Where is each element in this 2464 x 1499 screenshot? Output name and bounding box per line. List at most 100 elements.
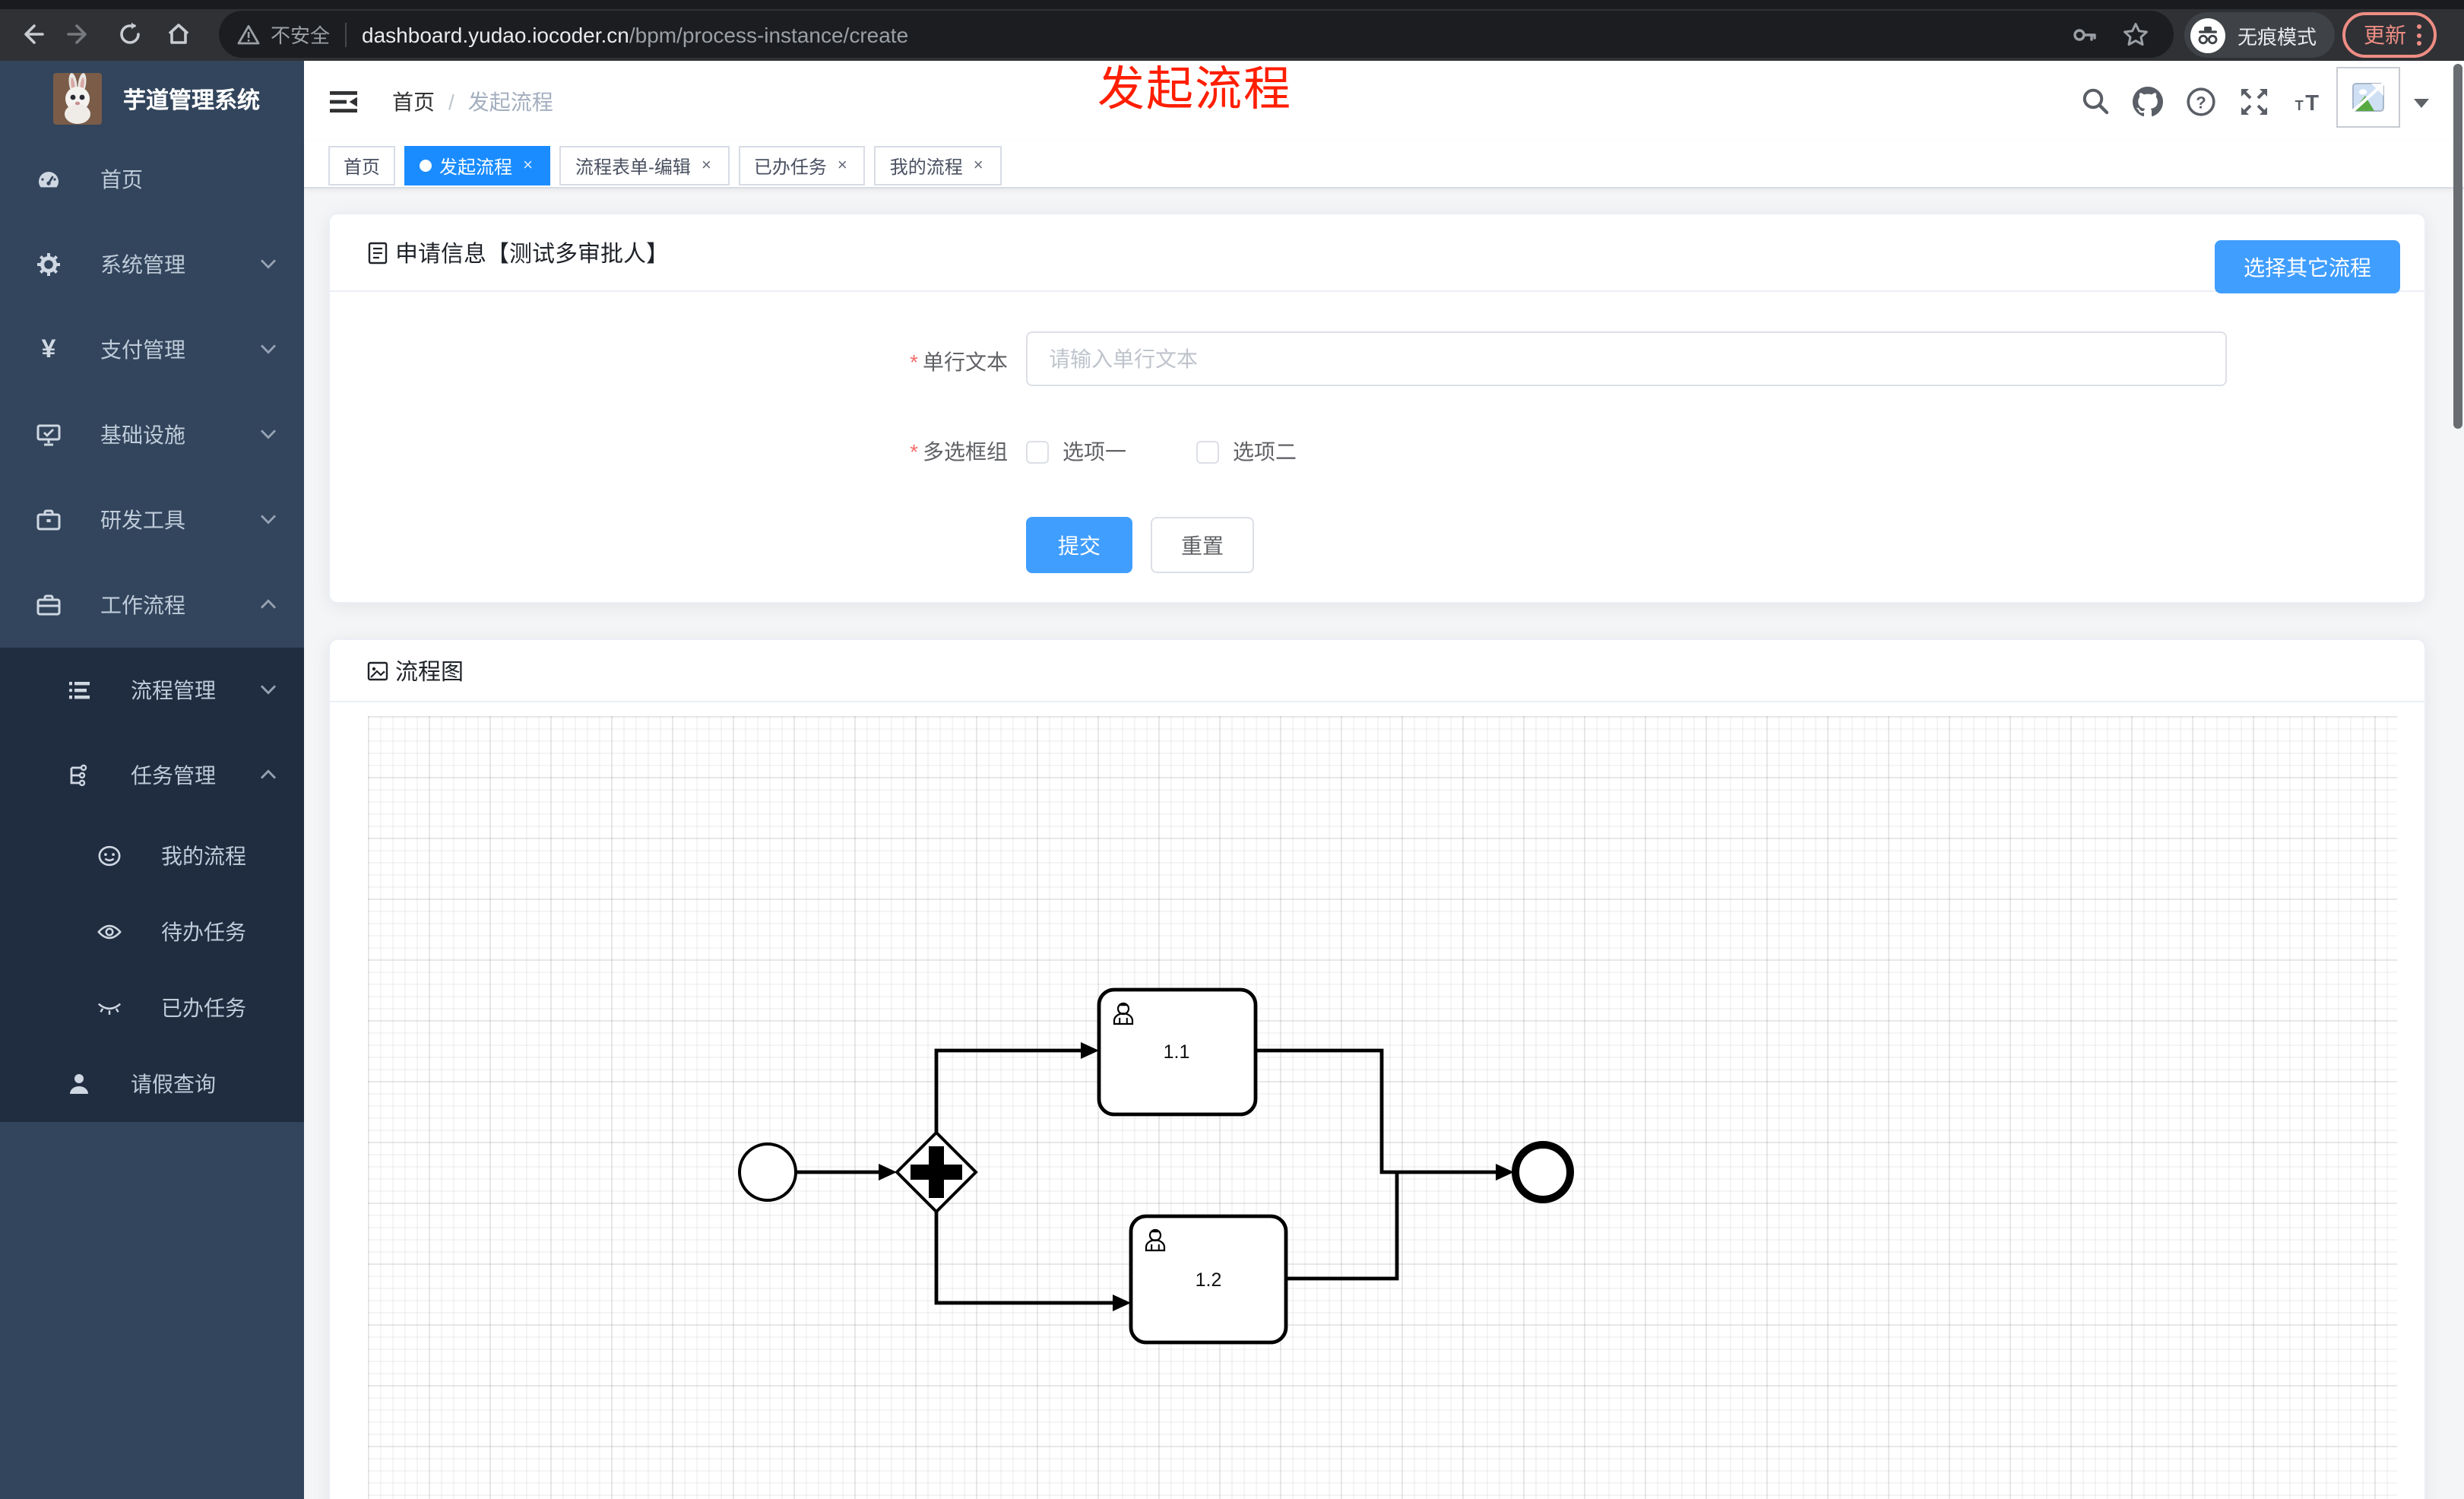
monitor-icon [36,423,61,447]
incognito-label: 无痕模式 [2238,25,2317,48]
toolbox-icon [36,508,61,532]
search-icon[interactable] [2079,86,2110,116]
bpmn-start-event [738,1142,797,1202]
single-line-text-input[interactable] [1026,331,2227,386]
font-size-icon[interactable]: TT [2292,86,2323,116]
warning-icon [237,24,260,44]
help-icon[interactable]: ? [2186,86,2216,116]
tab-my-process[interactable]: 我的流程 × [874,146,1002,185]
tab-start-process[interactable]: 发起流程 × [404,146,551,185]
sidebar-item-label: 基础设施 [100,423,185,447]
avatar-caret-icon[interactable] [2414,99,2429,108]
close-icon[interactable]: × [520,156,536,176]
sidebar-menu: 首页 系统管理 ¥ 支付管理 基础设施 研发工具 工作流程 流程管理 任务管理 … [0,137,304,1122]
tab-done-tasks[interactable]: 已办任务 × [738,146,866,185]
bpmn-canvas: 1.1 1.2 [368,716,2397,1499]
breadcrumb-home[interactable]: 首页 [392,86,435,116]
url-path: /bpm/process-instance/create [629,22,909,46]
close-icon[interactable]: × [835,156,850,176]
checkbox-option-2[interactable]: 选项二 [1196,436,1297,467]
dashboard-icon [36,167,61,192]
home-icon [167,23,188,43]
tab-label: 我的流程 [889,156,963,177]
browser-back-button[interactable] [11,14,50,53]
password-key-icon[interactable] [2070,21,2098,48]
tab-label: 已办任务 [753,156,827,177]
face-icon [97,844,122,868]
sidebar-item-leave-query[interactable]: 请假查询 [0,1046,304,1122]
header-actions: ? TT [2079,61,2323,141]
sidebar: 芋道管理系统 首页 系统管理 ¥ 支付管理 基础设施 研发工具 工作流程 流程管… [0,61,304,1499]
app-root: 不安全 dashboard.yudao.iocoder.cn/bpm/proce… [0,0,2464,1499]
reload-icon [131,21,135,29]
update-label: 更新 [2364,23,2406,47]
sidebar-item-process-mgmt[interactable]: 流程管理 [0,648,304,733]
browser-forward-button[interactable] [59,14,99,53]
browser-update-button[interactable]: 更新 [2342,12,2437,58]
tab-label: 发起流程 [439,156,513,177]
chevron-up-icon [260,599,277,610]
submit-button[interactable]: 提交 [1026,517,1132,573]
chevron-down-icon [260,429,277,439]
sidebar-item-label: 工作流程 [100,593,185,617]
eye-closed-icon [97,996,122,1020]
sidebar-item-devtools[interactable]: 研发工具 [0,477,304,563]
browser-reload-button[interactable] [109,14,149,53]
briefcase-icon [36,593,61,617]
sidebar-item-done-tasks[interactable]: 已办任务 [0,970,304,1046]
chevron-down-icon [260,684,277,695]
checkbox-icon[interactable] [1196,440,1219,463]
flow-task1-to-end [1256,1048,1497,1174]
sidebar-item-task-mgmt[interactable]: 任务管理 [0,733,304,818]
bpmn-user-task-1-1: 1.1 [1097,987,1258,1117]
chevron-down-icon [260,344,277,354]
sidebar-item-payment[interactable]: ¥ 支付管理 [0,307,304,392]
sidebar-item-workflow[interactable]: 工作流程 [0,563,304,648]
sidebar-item-todo-tasks[interactable]: 待办任务 [0,894,304,970]
tab-label: 首页 [344,156,381,177]
checkbox-icon[interactable] [1026,440,1049,463]
text-field-label: * 单行文本 [910,350,1008,374]
bookmark-star-icon[interactable] [2122,21,2149,48]
tags-view-bar: 首页 发起流程 × 流程表单-编辑 × 已办任务 × 我的流程 × [304,141,2464,189]
sidebar-item-label: 研发工具 [100,508,185,532]
tab-form-edit[interactable]: 流程表单-编辑 × [559,146,730,185]
github-icon[interactable] [2133,86,2163,116]
app-logo-row[interactable]: 芋道管理系统 [0,61,304,137]
workflow-submenu: 流程管理 任务管理 我的流程 待办任务 已办任务 请假查询 [0,648,304,1122]
tab-home[interactable]: 首页 [328,146,396,185]
tree-icon [67,763,91,788]
apply-card-title: 申请信息【测试多审批人】 [395,241,670,267]
sidebar-item-label: 流程管理 [131,678,216,702]
sidebar-item-label: 首页 [100,167,143,192]
browser-home-button[interactable] [158,14,198,53]
close-icon[interactable]: × [698,156,714,176]
task-label: 1.1 [1164,1041,1190,1063]
chevron-up-icon [260,769,277,780]
svg-text:?: ? [2196,92,2206,111]
flow-task2-to-end [1286,1172,1399,1281]
browser-menu-icon[interactable] [2417,24,2421,46]
chevron-down-icon [260,514,277,524]
fullscreen-icon[interactable] [2239,86,2269,116]
broken-image-icon [2352,82,2385,113]
choose-other-process-button[interactable]: 选择其它流程 [2215,240,2400,293]
sidebar-collapse-button[interactable] [328,87,359,117]
list-icon [67,678,91,702]
url-host: dashboard.yudao.iocoder.cn [362,22,629,46]
bpmn-user-task-1-2: 1.2 [1129,1214,1288,1345]
apply-info-card: 申请信息【测试多审批人】 选择其它流程 *单行文本 *多选框组 选项一 选项二 … [328,213,2426,604]
sidebar-item-my-process[interactable]: 我的流程 [0,818,304,894]
checkbox-option-1[interactable]: 选项一 [1026,436,1126,467]
sidebar-item-infra[interactable]: 基础设施 [0,392,304,477]
required-mark: * [910,350,918,374]
sidebar-item-system[interactable]: 系统管理 [0,222,304,307]
close-icon[interactable]: × [971,156,987,176]
reset-button[interactable]: 重置 [1151,517,1254,573]
sidebar-item-home[interactable]: 首页 [0,137,304,222]
user-avatar[interactable] [2336,67,2400,128]
page-annotation-title: 发起流程 [1097,62,1292,116]
page-scrollbar[interactable] [2453,64,2462,429]
flow-card-header: 流程图 [330,640,2424,702]
security-label: 不安全 [271,24,331,47]
